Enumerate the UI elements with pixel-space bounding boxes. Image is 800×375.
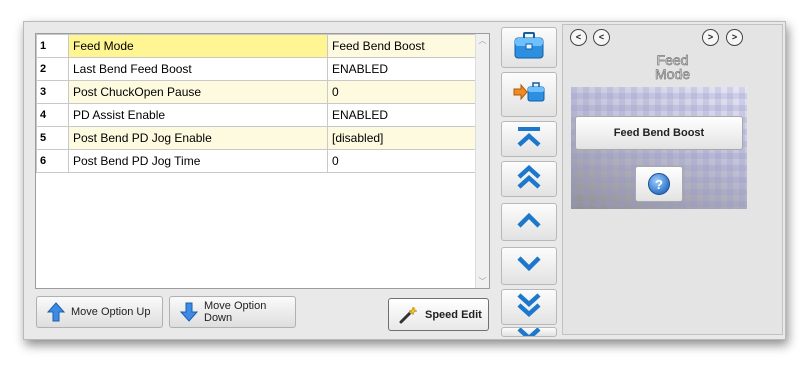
option-value: [disabled]: [327, 126, 476, 150]
option-name: Post Bend PD Jog Time: [68, 149, 328, 173]
help-button[interactable]: ?: [635, 166, 683, 202]
magic-wand-icon: [399, 305, 419, 324]
table-row[interactable]: 3 Post ChuckOpen Pause 0: [36, 80, 476, 104]
table-row[interactable]: 6 Post Bend PD Jog Time 0: [36, 149, 476, 173]
scroll-up-arrow-icon[interactable]: ︿: [477, 35, 488, 46]
arrow-down-icon: [180, 302, 198, 322]
option-detail-panel: < < > > Feed Mode Feed Bend Boost ?: [562, 24, 783, 335]
move-option-down-button[interactable]: Move Option Down: [169, 296, 296, 328]
page-up-button[interactable]: [501, 161, 557, 197]
option-value-area: Feed Bend Boost ?: [571, 87, 747, 209]
arrow-into-toolbox-icon: [513, 80, 545, 109]
option-value: ENABLED: [327, 57, 476, 81]
row-number: 2: [36, 57, 69, 81]
table-row[interactable]: 4 PD Assist Enable ENABLED: [36, 103, 476, 127]
previous-option-button[interactable]: <: [593, 29, 610, 46]
toolbox-icon: [514, 31, 544, 64]
speed-edit-button[interactable]: Speed Edit: [388, 298, 489, 331]
next-option-button[interactable]: >: [702, 29, 719, 46]
table-row[interactable]: 5 Post Bend PD Jog Enable [disabled]: [36, 126, 476, 150]
option-name: Post ChuckOpen Pause: [68, 80, 328, 104]
options-list[interactable]: 1 Feed Mode Feed Bend Boost 2 Last Bend …: [35, 33, 490, 289]
option-editor-window: 1 Feed Mode Feed Bend Boost 2 Last Bend …: [23, 21, 786, 340]
chevron-down-icon: [516, 255, 542, 277]
toolbox-button[interactable]: [501, 27, 557, 68]
table-row[interactable]: 1 Feed Mode Feed Bend Boost: [36, 34, 476, 58]
options-scrollbar[interactable]: ︿ ﹀: [475, 34, 489, 288]
page-down-button[interactable]: [501, 289, 557, 325]
arrow-up-icon: [47, 302, 65, 322]
row-number: 6: [36, 149, 69, 173]
row-number: 4: [36, 103, 69, 127]
option-value: Feed Bend Boost: [327, 34, 476, 58]
double-chevron-down-icon: [516, 292, 542, 322]
first-option-button[interactable]: <: [570, 29, 587, 46]
option-title-line2: Mode: [654, 66, 691, 82]
insert-toolbox-button[interactable]: [501, 72, 557, 117]
move-option-down-label: Move Option Down: [204, 300, 267, 324]
option-name: Feed Mode: [68, 34, 328, 58]
scroll-down-arrow-icon[interactable]: ﹀: [477, 276, 488, 287]
move-to-top-icon: [516, 125, 542, 154]
table-row[interactable]: 2 Last Bend Feed Boost ENABLED: [36, 57, 476, 81]
move-to-bottom-button[interactable]: [501, 327, 557, 337]
option-value: 0: [327, 149, 476, 173]
help-icon: ?: [648, 173, 670, 195]
option-title: Feed Mode: [563, 52, 782, 82]
speed-edit-label: Speed Edit: [425, 308, 482, 321]
double-chevron-up-icon: [516, 164, 542, 194]
option-title-line1: Feed: [656, 52, 689, 68]
step-down-button[interactable]: [501, 247, 557, 285]
options-table: 1 Feed Mode Feed Bend Boost 2 Last Bend …: [36, 34, 476, 173]
row-number: 1: [36, 34, 69, 58]
option-name: Post Bend PD Jog Enable: [68, 126, 328, 150]
chevron-up-icon: [516, 212, 542, 233]
row-number: 5: [36, 126, 69, 150]
navigation-column: [498, 24, 560, 337]
option-value: ENABLED: [327, 103, 476, 127]
row-number: 3: [36, 80, 69, 104]
move-option-up-button[interactable]: Move Option Up: [36, 296, 163, 328]
option-name: PD Assist Enable: [68, 103, 328, 127]
move-option-up-label: Move Option Up: [71, 306, 151, 318]
option-value: 0: [327, 80, 476, 104]
last-option-button[interactable]: >: [726, 29, 743, 46]
move-to-top-button[interactable]: [501, 121, 557, 157]
step-up-button[interactable]: [501, 203, 557, 241]
option-value-button[interactable]: Feed Bend Boost: [575, 116, 743, 150]
move-to-bottom-icon: [516, 328, 542, 336]
option-name: Last Bend Feed Boost: [68, 57, 328, 81]
